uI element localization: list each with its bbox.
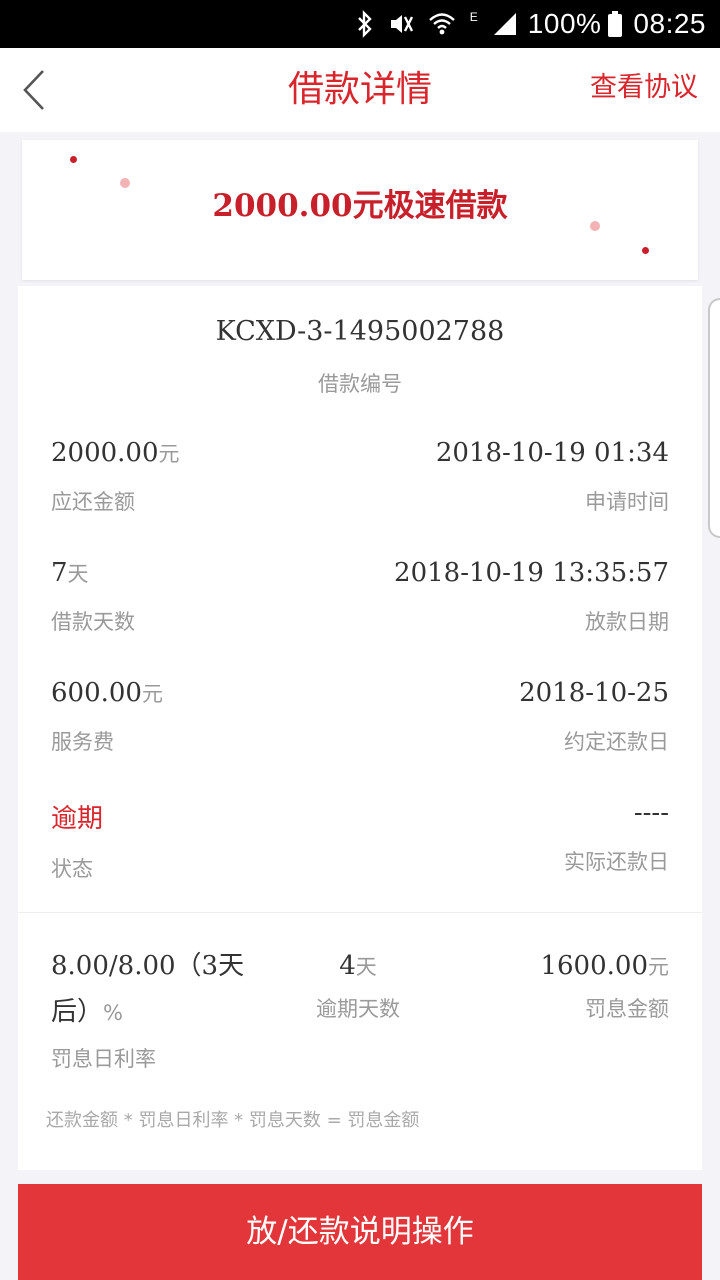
penalty-rate-label: 罚息日利率 [51,1047,156,1071]
scroll-edge-handle [708,298,720,538]
signal-icon [492,11,518,37]
loan-number: KCXD-3-1495002788 [215,316,505,347]
detail-row: 7天 借款天数 2018-10-19 13:35:57 放款日期 [51,558,669,648]
penalty-amount-unit: 元 [648,955,669,979]
wifi-icon [428,11,456,37]
status-label: 状态 [51,857,93,881]
detail-row: 2000.00元 应还金额 2018-10-19 01:34 申请时间 [51,438,669,528]
loan-days-unit: 天 [67,562,89,586]
network-type-label: E [469,10,478,24]
service-fee-value: 600.00 [51,678,142,708]
actual-repay-date: ---- 实际还款日 [564,798,669,876]
penalty-amount: 1600.00元 罚息金额 [540,946,669,1023]
mute-icon [388,11,414,37]
status-badge: 逾期 [51,804,104,834]
overdue-days-value: 4 [339,951,356,981]
section-divider [18,912,702,913]
app-header: 借款详情 查看协议 [0,48,720,132]
apply-time-label: 申请时间 [585,490,669,514]
actual-repay-date-value: ---- [633,798,669,828]
overdue-days-unit: 天 [355,955,377,979]
disburse-date-value: 2018-10-19 13:35:57 [394,558,669,588]
service-fee-label: 服务费 [51,730,114,754]
penalty-rate-value-line2: 后） [51,997,104,1027]
overdue-days: 4天 逾期天数 [258,946,458,1023]
banner-title: 2000.00元极速借款 [212,188,508,224]
repay-amount-value: 2000.00 [51,438,159,468]
decor-dot [642,247,649,254]
overdue-days-label: 逾期天数 [316,997,400,1021]
clock: 08:25 [633,8,706,39]
disburse-date: 2018-10-19 13:35:57 放款日期 [394,558,669,636]
detail-row: 600.00元 服务费 2018-10-25 约定还款日 [51,678,669,768]
service-fee-unit: 元 [141,682,163,706]
loan-status: 逾期 状态 [51,798,103,883]
loan-days-value: 7 [51,558,68,588]
battery-percent: 100% [527,8,602,39]
service-fee: 600.00元 服务费 [51,678,163,756]
decor-dot [70,156,77,163]
repay-amount-unit: 元 [158,442,180,466]
due-date-label: 约定还款日 [564,730,669,754]
bluetooth-icon [356,10,374,38]
detail-row: 逾期 状态 ---- 实际还款日 [51,798,669,888]
penalty-rate-value-line1: 8.00/8.00（3天 [51,951,245,981]
status-bar: E 100% 08:25 [0,0,720,48]
loan-days: 7天 借款天数 [51,558,135,636]
battery-icon [607,10,623,38]
due-date: 2018-10-25 约定还款日 [519,678,669,756]
disburse-date-label: 放款日期 [585,610,669,634]
actual-repay-date-label: 实际还款日 [564,850,669,874]
repay-amount: 2000.00元 应还金额 [51,438,180,516]
due-date-value: 2018-10-25 [519,678,669,708]
loan-number-label: 借款编号 [318,372,402,396]
penalty-rate-unit: % [103,1001,123,1025]
repay-instructions-button[interactable]: 放/还款说明操作 [18,1184,702,1280]
penalty-amount-value: 1600.00 [540,951,648,981]
repay-amount-label: 应还金额 [51,490,135,514]
loan-banner: 2000.00元极速借款 [22,140,698,280]
penalty-formula: 还款金额 * 罚息日利率 * 罚息天数 = 罚息金额 [46,1110,420,1131]
penalty-rate: 8.00/8.00（3天 后）% 罚息日利率 [51,946,244,1073]
view-agreement-link[interactable]: 查看协议 [590,48,698,132]
apply-time-value: 2018-10-19 01:34 [435,438,669,468]
loan-days-label: 借款天数 [51,610,135,634]
loan-detail-card: KCXD-3-1495002788 借款编号 2000.00元 应还金额 201… [18,286,702,1170]
apply-time: 2018-10-19 01:34 申请时间 [436,438,669,516]
penalty-amount-label: 罚息金额 [585,997,669,1021]
